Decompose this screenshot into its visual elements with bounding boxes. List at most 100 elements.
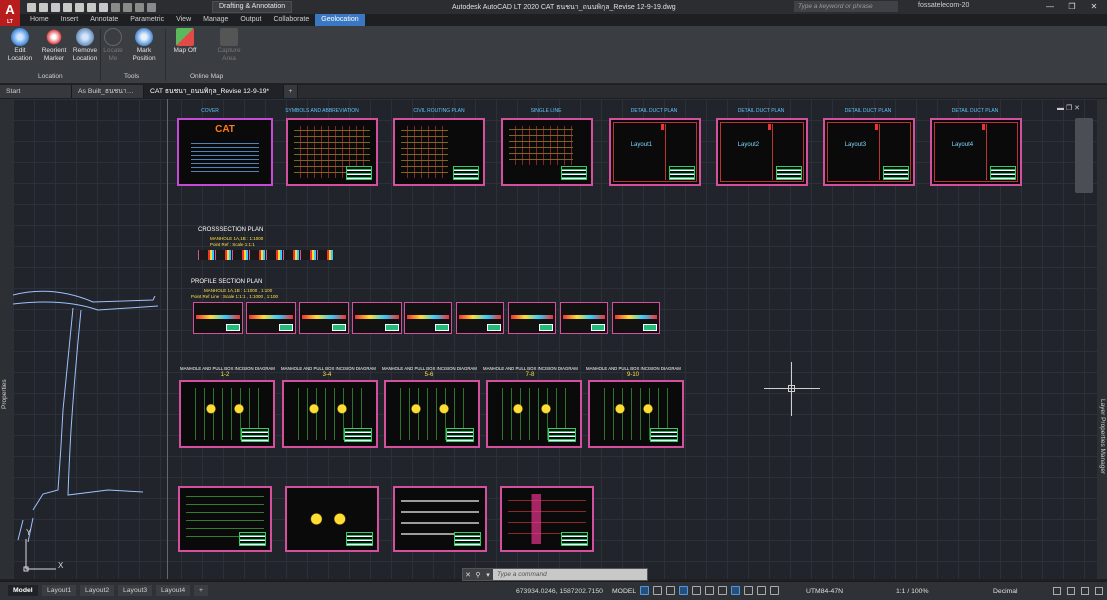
manhole-diagram-sheet[interactable] [588, 380, 684, 448]
model-space-toggle[interactable]: MODEL [612, 588, 636, 595]
capture-area-button[interactable]: Capture Area [214, 28, 244, 63]
plot-icon[interactable] [99, 2, 108, 12]
cover-sheet[interactable]: CAT [177, 118, 273, 186]
remove-location-button[interactable]: Remove Location [70, 28, 100, 63]
ribbon-tab-parametric[interactable]: Parametric [124, 14, 170, 26]
quick-properties-icon[interactable] [1053, 587, 1061, 595]
workspace-switcher[interactable]: Drafting & Annotation [212, 1, 293, 13]
detail-duct-sheet[interactable]: Layout2 [716, 118, 808, 186]
navigation-bar[interactable] [1075, 118, 1093, 193]
profile-sheet[interactable] [508, 302, 556, 334]
manhole-diagram-sheet[interactable] [282, 380, 378, 448]
ribbon-tab-collaborate[interactable]: Collaborate [267, 14, 315, 26]
layers-icon[interactable] [147, 2, 156, 12]
new-tab-button[interactable]: + [284, 85, 298, 98]
add-layout-button[interactable]: + [194, 585, 208, 596]
profile-sheet[interactable] [352, 302, 402, 334]
snap-icon[interactable] [653, 586, 662, 595]
customize-icon[interactable]: ⚲ [473, 571, 483, 579]
ribbon-tab-view[interactable]: View [170, 14, 197, 26]
close-icon[interactable]: ✕ [1083, 1, 1105, 13]
properties-palette[interactable]: Properties [0, 99, 13, 579]
fullscreen-icon[interactable] [1081, 587, 1089, 595]
dynamic-input-icon[interactable] [666, 586, 675, 595]
profile-sheet[interactable] [456, 302, 504, 334]
crosssection-strip[interactable] [198, 250, 334, 260]
manhole-diagram-sheet[interactable] [384, 380, 480, 448]
open-web-icon[interactable] [75, 2, 84, 12]
symbols-sheet[interactable] [286, 118, 378, 186]
detail-duct-sheet[interactable]: Layout1 [609, 118, 701, 186]
object-snap-tracking-icon[interactable] [718, 586, 727, 595]
coordinate-system[interactable]: UTM84-47N [806, 588, 843, 595]
civil-routing-sheet[interactable] [393, 118, 485, 186]
open-icon[interactable] [39, 2, 48, 12]
polar-icon[interactable] [692, 586, 701, 595]
detail-sheet[interactable] [500, 486, 594, 552]
layout-tab-1[interactable]: Layout1 [42, 585, 77, 596]
document-tab[interactable]: Start [0, 85, 72, 98]
manhole-diagram-sheet[interactable] [179, 380, 275, 448]
customize-status-icon[interactable] [1095, 587, 1103, 595]
cursor-coordinates[interactable]: 673934.0246, 1587202.7150 [516, 588, 603, 595]
ribbon-tab-geolocation[interactable]: Geolocation [315, 14, 365, 26]
layout-tab-2[interactable]: Layout2 [80, 585, 115, 596]
object-snap-icon[interactable] [731, 586, 740, 595]
detail-sheet[interactable] [178, 486, 272, 552]
redo-icon[interactable] [123, 2, 132, 12]
save-as-icon[interactable] [63, 2, 72, 12]
new-icon[interactable] [27, 2, 36, 12]
ribbon-tab-output[interactable]: Output [234, 14, 267, 26]
close-icon[interactable]: ✕ [463, 571, 473, 579]
layout-tab-4[interactable]: Layout4 [156, 585, 191, 596]
detail-sheet[interactable] [393, 486, 487, 552]
layer-properties-palette[interactable]: Layer Properties Manager [1097, 99, 1107, 579]
locate-me-button[interactable]: Locate Me [102, 28, 124, 63]
globe-remove-icon [76, 28, 94, 46]
undo-icon[interactable] [111, 2, 120, 12]
ribbon-tab-annotate[interactable]: Annotate [84, 14, 124, 26]
units-display[interactable]: Decimal [993, 588, 1018, 595]
manhole-diagram-sheet[interactable] [486, 380, 582, 448]
profile-sheet[interactable] [560, 302, 608, 334]
edit-location-button[interactable]: Edit Location [6, 28, 34, 63]
share-icon[interactable] [135, 2, 144, 12]
document-tab[interactable]: CAT ธนชนา_ถนนพิกุล_Revise 12-9-19* [144, 85, 284, 98]
detail-sheet[interactable] [285, 486, 379, 552]
recent-commands-icon[interactable]: ▾ [483, 571, 493, 579]
document-tab[interactable]: As Built_ธนชนาฉนนพหมน 25-11-62-Kung* [72, 85, 144, 98]
single-line-sheet[interactable] [501, 118, 593, 186]
transparency-icon[interactable] [757, 586, 766, 595]
isolate-objects-icon[interactable] [1067, 587, 1075, 595]
geolocation-pin-icon[interactable] [770, 586, 779, 595]
save-web-icon[interactable] [87, 2, 96, 12]
profile-sheet[interactable] [246, 302, 296, 334]
search-input[interactable]: Type a keyword or phrase [794, 1, 898, 12]
minimize-icon[interactable]: — [1039, 1, 1061, 13]
ortho-icon[interactable] [679, 586, 688, 595]
profile-sheet[interactable] [404, 302, 452, 334]
isodraft-icon[interactable] [705, 586, 714, 595]
ribbon-tab-insert[interactable]: Insert [55, 14, 85, 26]
profile-sheet[interactable] [193, 302, 243, 334]
detail-duct-sheet[interactable]: Layout4 [930, 118, 1022, 186]
profile-sheet[interactable] [612, 302, 660, 334]
ribbon-tab-manage[interactable]: Manage [197, 14, 234, 26]
application-menu-button[interactable]: A LT [0, 0, 20, 26]
maximize-icon[interactable]: ❐ [1061, 1, 1083, 13]
annotation-scale[interactable]: 1:1 / 100% [896, 588, 929, 595]
ribbon-tab-home[interactable]: Home [24, 14, 55, 26]
viewport-window-controls[interactable]: ▬ ❐ ✕ [1057, 104, 1080, 112]
profile-sheet[interactable] [299, 302, 349, 334]
reorient-marker-button[interactable]: Reorient Marker [38, 28, 70, 63]
grid-icon[interactable] [640, 586, 649, 595]
map-off-button[interactable]: Map Off [170, 28, 200, 55]
detail-duct-sheet[interactable]: Layout3 [823, 118, 915, 186]
layout-tab-model[interactable]: Model [8, 585, 38, 596]
user-account[interactable]: fossatelecom-20 [918, 2, 969, 9]
save-icon[interactable] [51, 2, 60, 12]
command-input[interactable]: Type a command [493, 569, 647, 580]
lineweight-icon[interactable] [744, 586, 753, 595]
mark-position-button[interactable]: Mark Position [130, 28, 158, 63]
layout-tab-3[interactable]: Layout3 [118, 585, 153, 596]
